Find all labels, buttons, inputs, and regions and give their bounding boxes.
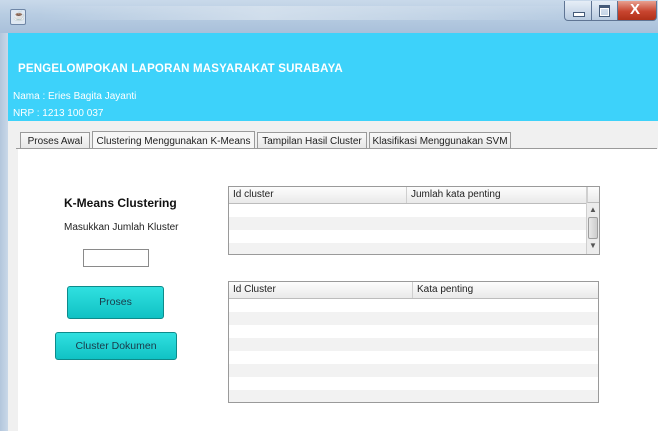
author-nrp: NRP : 1213 100 037 <box>13 108 104 119</box>
window-border <box>0 33 8 431</box>
cluster-count-input[interactable] <box>83 249 149 267</box>
column-header-id-cluster[interactable]: Id cluster <box>229 187 407 203</box>
cluster-keywords-table[interactable]: Id Cluster Kata penting <box>228 281 599 403</box>
author-name: Nama : Eries Bagita Jayanti <box>13 91 137 102</box>
app-header: PENGELOMPOKAN LAPORAN MASYARAKAT SURABAY… <box>8 33 658 121</box>
table-row[interactable] <box>229 377 598 390</box>
title-bar-blur <box>40 6 600 20</box>
column-header-jumlah-kata-penting[interactable]: Jumlah kata penting <box>407 187 587 203</box>
table-row[interactable] <box>229 217 587 230</box>
tab-tampilan-hasil-cluster[interactable]: Tampilan Hasil Cluster <box>257 132 367 149</box>
table-row[interactable] <box>229 390 598 402</box>
tab-proses-awal[interactable]: Proses Awal <box>20 132 90 149</box>
minimize-icon[interactable] <box>564 1 592 21</box>
column-header-kata-penting[interactable]: Kata penting <box>413 282 598 298</box>
table-header: Id Cluster Kata penting <box>229 282 598 299</box>
cluster-dokumen-button[interactable]: Cluster Dokumen <box>55 332 177 360</box>
table-scrollbar[interactable]: ▲ ▼ <box>586 203 599 254</box>
table-corner <box>587 187 599 203</box>
table-row[interactable] <box>229 338 598 351</box>
scroll-up-icon[interactable]: ▲ <box>589 205 597 214</box>
app-window: ☕ X PENGELOMPOKAN LAPORAN MASYARAKAT SUR… <box>0 0 658 431</box>
column-header-id-cluster[interactable]: Id Cluster <box>229 282 413 298</box>
proses-button[interactable]: Proses <box>67 286 164 319</box>
title-bar[interactable]: ☕ X <box>0 0 658 33</box>
table-row[interactable] <box>229 204 587 217</box>
cluster-count-label: Masukkan Jumlah Kluster <box>64 222 179 233</box>
tab-klasifikasi-svm[interactable]: Klasifikasi Menggunakan SVM <box>369 132 511 149</box>
table-row[interactable] <box>229 351 598 364</box>
scroll-thumb[interactable] <box>588 217 598 239</box>
table-row[interactable] <box>229 325 598 338</box>
table-row[interactable] <box>229 312 598 325</box>
table-row[interactable] <box>229 243 587 254</box>
app-title: PENGELOMPOKAN LAPORAN MASYARAKAT SURABAY… <box>18 63 343 75</box>
table-row[interactable] <box>229 299 598 312</box>
java-cup-icon[interactable]: ☕ <box>10 9 26 25</box>
maximize-icon[interactable] <box>591 1 618 21</box>
cluster-count-table[interactable]: Id cluster Jumlah kata penting ▲ ▼ <box>228 186 600 255</box>
table-row[interactable] <box>229 230 587 243</box>
tab-strip: Proses Awal Clustering Menggunakan K-Mea… <box>8 121 658 151</box>
close-icon[interactable]: X <box>617 1 657 21</box>
kmeans-title: K-Means Clustering <box>64 196 177 210</box>
scroll-down-icon[interactable]: ▼ <box>589 241 597 250</box>
table-row[interactable] <box>229 364 598 377</box>
table-header: Id cluster Jumlah kata penting <box>229 187 587 204</box>
